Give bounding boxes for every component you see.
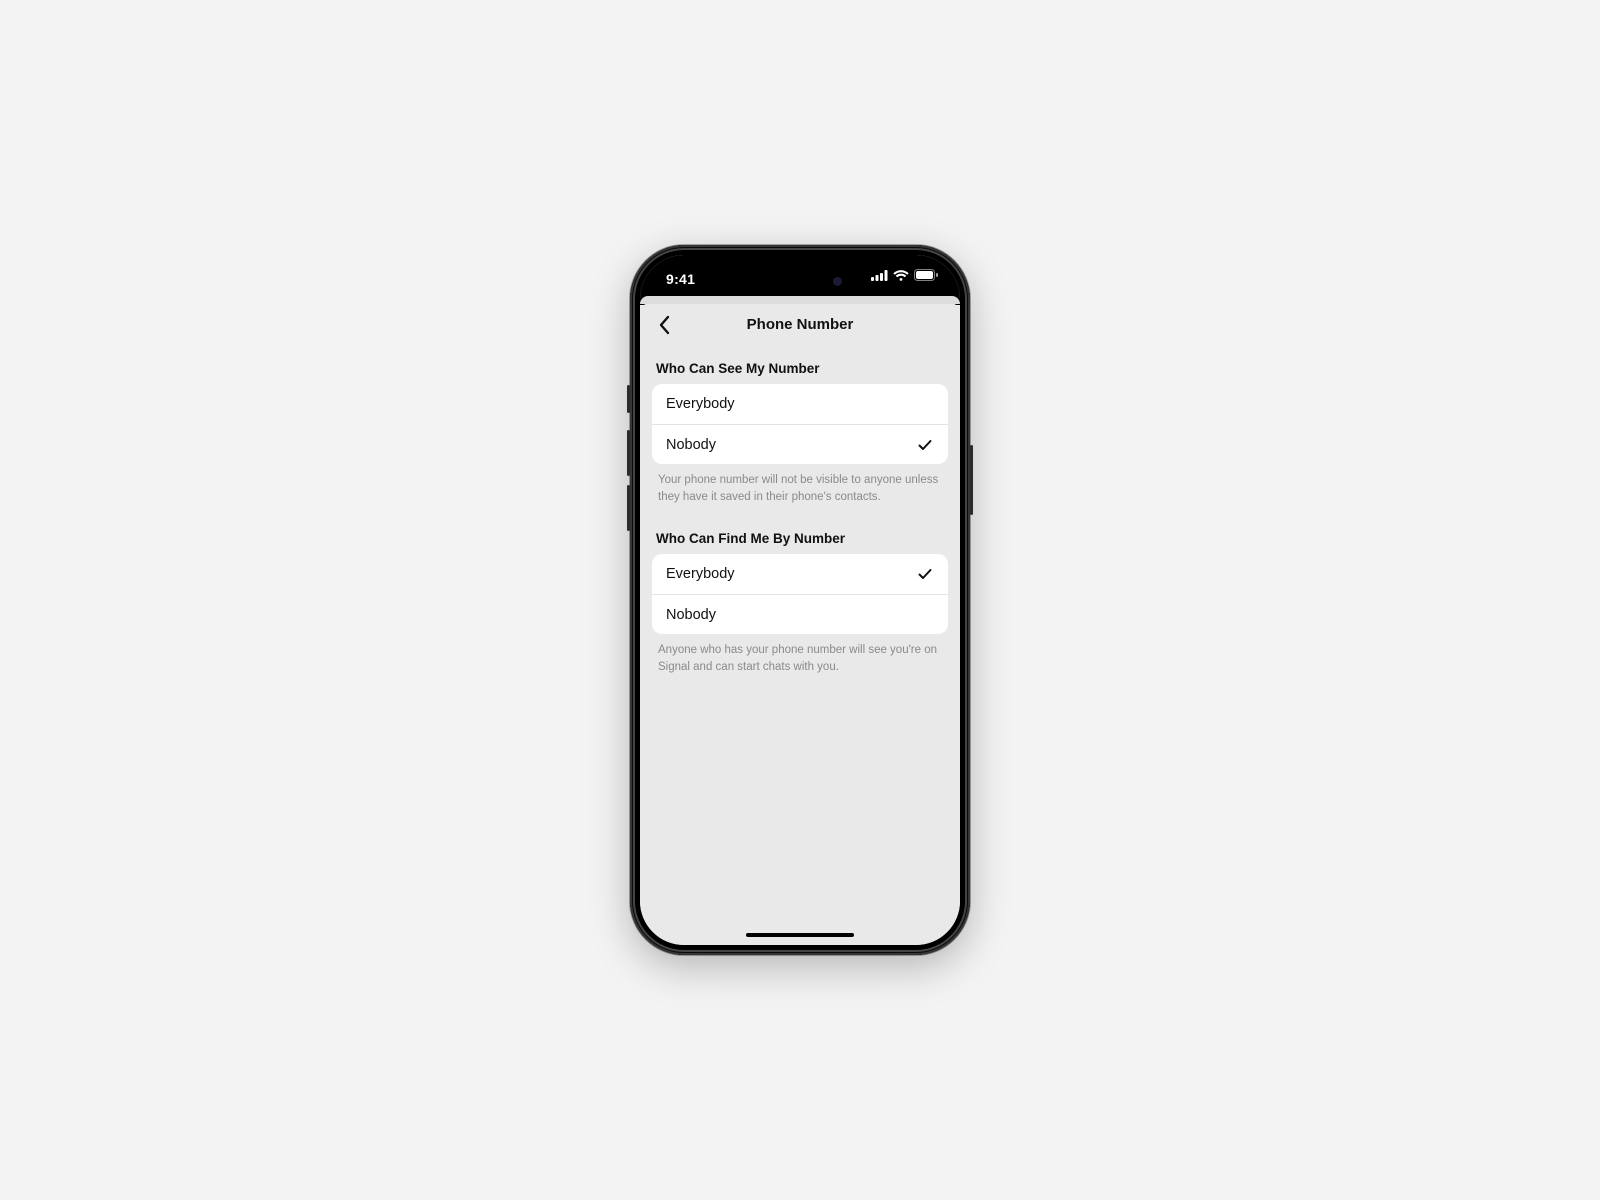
section-header-find: Who Can Find Me By Number: [652, 521, 948, 554]
home-indicator: [746, 933, 854, 937]
chevron-left-icon: [657, 315, 671, 335]
option-label: Nobody: [666, 607, 716, 623]
checkmark-icon: [916, 565, 934, 583]
status-time: 9:41: [666, 271, 695, 287]
mute-switch: [627, 385, 630, 413]
nav-bar: Phone Number: [640, 303, 960, 345]
checkmark-icon: [916, 606, 934, 624]
settings-content: Who Can See My Number Everybody Nobody Y…: [640, 345, 960, 692]
status-indicators: [871, 269, 938, 281]
section-see-options: Everybody Nobody: [652, 384, 948, 464]
battery-icon: [914, 269, 938, 281]
volume-up-button: [627, 430, 630, 476]
option-label: Everybody: [666, 566, 735, 582]
settings-sheet: Phone Number Who Can See My Number Every…: [640, 303, 960, 945]
option-label: Nobody: [666, 437, 716, 453]
option-see-everybody[interactable]: Everybody: [652, 384, 948, 424]
back-button[interactable]: [650, 311, 678, 339]
option-label: Everybody: [666, 396, 735, 412]
phone-screen: 9:41: [640, 255, 960, 945]
section-find-options: Everybody Nobody: [652, 554, 948, 634]
checkmark-icon: [916, 395, 934, 413]
volume-down-button: [627, 485, 630, 531]
section-footer-find: Anyone who has your phone number will se…: [652, 634, 948, 691]
option-find-nobody[interactable]: Nobody: [652, 594, 948, 634]
page-title: Phone Number: [747, 316, 854, 333]
dynamic-island: [752, 268, 848, 294]
option-find-everybody[interactable]: Everybody: [652, 554, 948, 594]
option-see-nobody[interactable]: Nobody: [652, 424, 948, 464]
wifi-icon: [893, 270, 909, 281]
cellular-icon: [871, 270, 888, 281]
section-header-see: Who Can See My Number: [652, 351, 948, 384]
section-footer-see: Your phone number will not be visible to…: [652, 464, 948, 521]
side-button: [970, 445, 973, 515]
checkmark-icon: [916, 436, 934, 454]
phone-frame: 9:41: [630, 245, 970, 955]
